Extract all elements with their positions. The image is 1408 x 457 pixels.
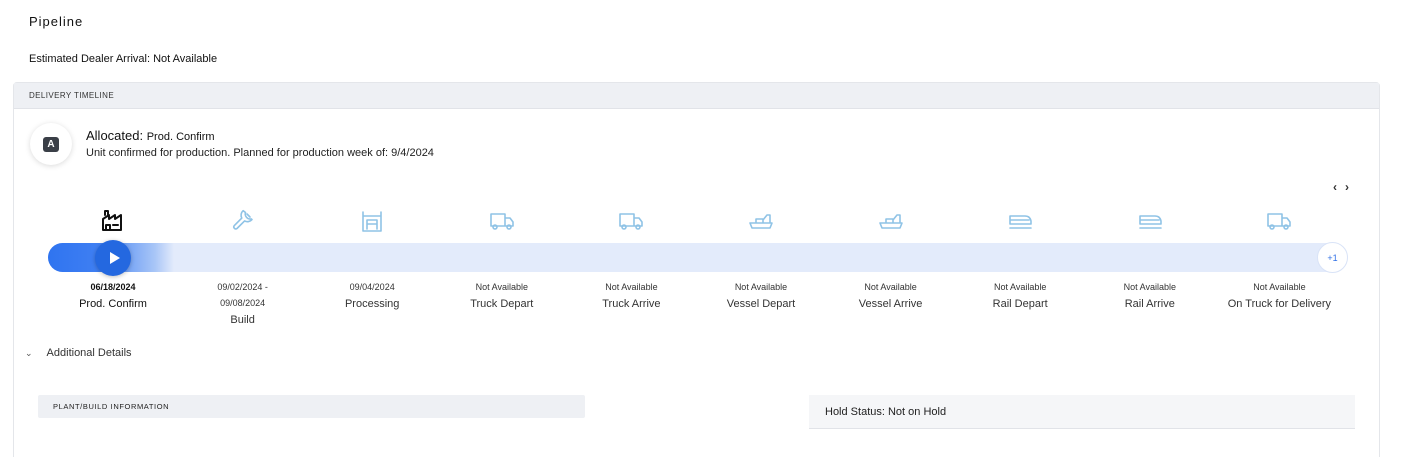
step-date: 06/18/2024 bbox=[90, 282, 136, 292]
step-name: Vessel Depart bbox=[726, 298, 796, 310]
step-name: Truck Depart bbox=[470, 298, 534, 310]
timeline-step: Not Available Rail Depart bbox=[955, 279, 1085, 312]
step-name: Processing bbox=[344, 298, 400, 310]
step-name: Build bbox=[230, 314, 255, 326]
step-name: Rail Arrive bbox=[1124, 298, 1175, 310]
play-icon bbox=[109, 252, 120, 264]
step-date: 09/02/2024 - 09/08/2024 bbox=[217, 282, 268, 308]
status-label: Allocated: bbox=[86, 128, 144, 143]
rail-icon bbox=[1005, 208, 1035, 234]
status-value: Prod. Confirm bbox=[146, 131, 215, 143]
step-date: Not Available bbox=[864, 282, 917, 292]
page-title: Pipeline bbox=[29, 14, 84, 29]
next-arrow-icon[interactable]: › bbox=[1345, 180, 1349, 194]
step-date: Not Available bbox=[475, 282, 528, 292]
step-date: 09/04/2024 bbox=[349, 282, 395, 292]
additional-details-label: Additional Details bbox=[46, 347, 132, 359]
truck-icon bbox=[1264, 208, 1294, 234]
status-line: Allocated: Prod. Confirm bbox=[86, 128, 215, 143]
step-date: Not Available bbox=[1253, 282, 1306, 292]
factory-icon bbox=[98, 208, 128, 234]
timeline-step: 09/04/2024 Processing bbox=[307, 279, 437, 312]
step-date: Not Available bbox=[605, 282, 658, 292]
additional-details-toggle[interactable]: ⌄ Additional Details bbox=[25, 347, 132, 359]
plant-build-header: PLANT/BUILD INFORMATION bbox=[38, 395, 585, 418]
step-name: Truck Arrive bbox=[602, 298, 661, 310]
vessel-icon bbox=[876, 208, 906, 234]
step-name: Vessel Arrive bbox=[858, 298, 923, 310]
timeline-step: Not Available Truck Arrive bbox=[566, 279, 696, 312]
current-step-marker[interactable] bbox=[95, 240, 131, 276]
timeline-step: Not Available Truck Depart bbox=[437, 279, 567, 312]
timeline-step: Not Available On Truck for Delivery bbox=[1214, 279, 1344, 312]
vessel-icon bbox=[746, 208, 776, 234]
timeline-track: +1 bbox=[48, 240, 1348, 276]
timeline-step: Not Available Vessel Depart bbox=[696, 279, 826, 312]
chevron-down-icon: ⌄ bbox=[25, 347, 33, 358]
timeline-nav: ‹ › bbox=[1333, 180, 1349, 194]
status-description: Unit confirmed for production. Planned f… bbox=[86, 147, 434, 159]
truck-icon bbox=[487, 208, 517, 234]
step-name: On Truck for Delivery bbox=[1227, 298, 1332, 310]
delivery-timeline-card: DELIVERY TIMELINE A Allocated: Prod. Con… bbox=[13, 82, 1380, 457]
status-letter-icon: A bbox=[43, 136, 59, 152]
prev-arrow-icon[interactable]: ‹ bbox=[1333, 180, 1337, 194]
truck-icon bbox=[616, 208, 646, 234]
wrench-icon bbox=[228, 208, 258, 234]
more-steps-button[interactable]: +1 bbox=[1317, 242, 1348, 273]
step-date: Not Available bbox=[994, 282, 1047, 292]
delivery-timeline-header: DELIVERY TIMELINE bbox=[14, 83, 1379, 109]
hold-status: Hold Status: Not on Hold bbox=[809, 395, 1355, 429]
step-name: Rail Depart bbox=[992, 298, 1048, 310]
step-date: Not Available bbox=[1123, 282, 1176, 292]
estimated-dealer-arrival: Estimated Dealer Arrival: Not Available bbox=[29, 53, 218, 65]
processing-icon bbox=[357, 208, 387, 234]
rail-icon bbox=[1135, 208, 1165, 234]
timeline-step: 09/02/2024 - 09/08/2024 Build bbox=[178, 279, 308, 328]
status-badge: A bbox=[30, 123, 72, 165]
timeline-step: 06/18/2024 Prod. Confirm bbox=[48, 279, 178, 312]
timeline-step: Not Available Rail Arrive bbox=[1085, 279, 1215, 312]
step-date: Not Available bbox=[734, 282, 788, 292]
timeline-step: Not Available Vessel Arrive bbox=[826, 279, 956, 312]
step-name: Prod. Confirm bbox=[79, 298, 147, 310]
